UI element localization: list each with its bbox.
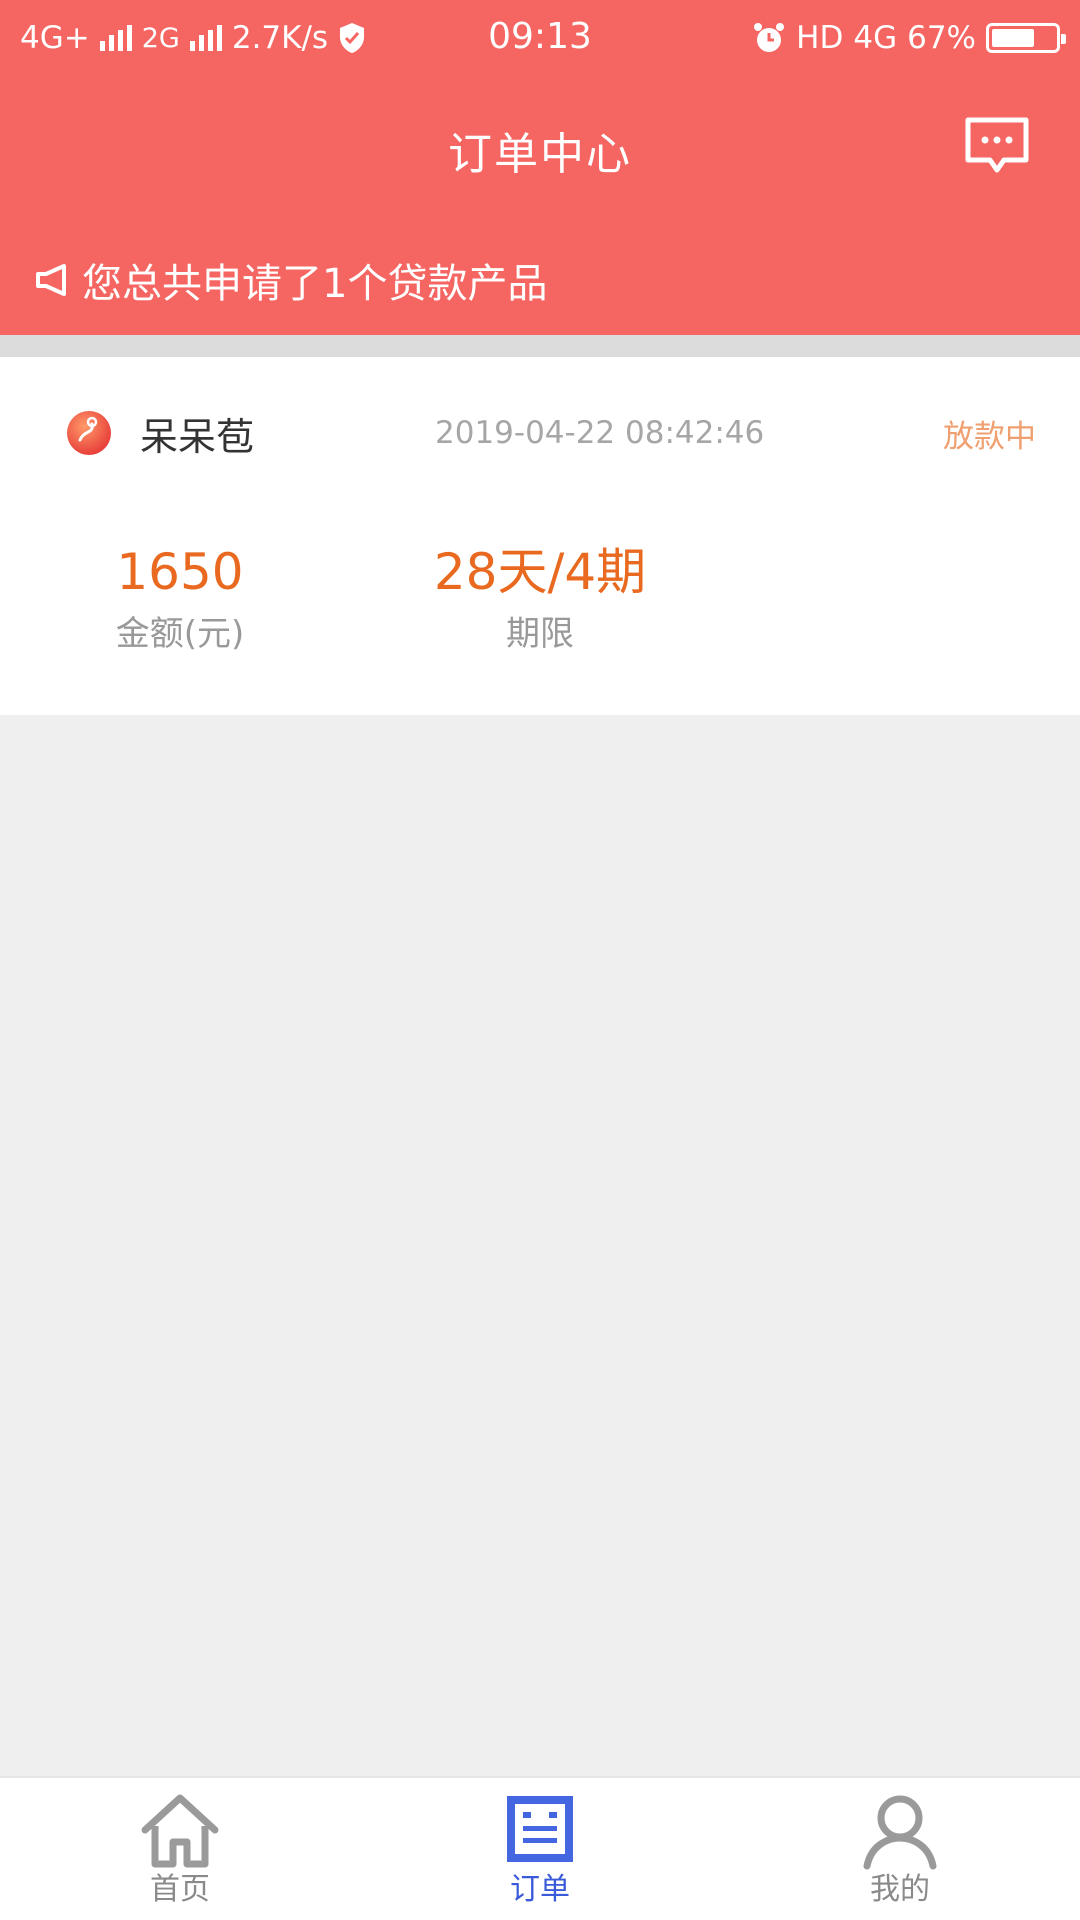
network-label-3: 4G	[853, 20, 898, 56]
tab-home-label: 首页	[150, 1872, 210, 1907]
battery-icon	[986, 23, 1066, 53]
tab-home[interactable]: 首页	[0, 1778, 360, 1920]
network-label-2: 2G	[141, 22, 180, 54]
amount-stat: 1650 金额(元)	[80, 542, 280, 655]
divider	[0, 335, 1080, 357]
profile-icon	[863, 1795, 937, 1870]
notice-bar: 您总共申请了1个贷款产品	[34, 250, 547, 310]
battery-fill	[992, 29, 1034, 47]
title-bar: 订单中心	[0, 100, 1080, 200]
page-title: 订单中心	[448, 129, 632, 180]
megaphone-icon	[36, 264, 66, 296]
amount-label: 金额(元)	[115, 614, 245, 654]
message-icon[interactable]	[964, 116, 1030, 176]
term-value: 28天/4期	[433, 543, 647, 601]
amount-value: 1650	[116, 543, 244, 601]
tab-profile-label: 我的	[870, 1872, 930, 1907]
tab-order-label: 订单	[510, 1872, 570, 1907]
alarm-icon	[754, 23, 785, 52]
term-stat: 28天/4期 期限	[400, 542, 680, 655]
signal-icon	[99, 25, 132, 51]
product-name: 呆呆苞	[140, 414, 255, 459]
shield-icon	[340, 23, 365, 53]
tab-order[interactable]: 订单	[360, 1778, 720, 1920]
order-status: 放款中	[943, 418, 1036, 455]
signal-icon-2	[189, 25, 222, 51]
term-label: 期限	[506, 614, 574, 654]
order-time: 2019-04-22 08:42:46	[435, 415, 765, 451]
order-icon	[507, 1796, 573, 1862]
notice-text: 您总共申请了1个贷款产品	[82, 261, 548, 307]
status-left: 4G+ 2G 2.7K/s	[20, 20, 450, 56]
home-icon	[141, 1794, 219, 1868]
order-card-header: 呆呆苞 2019-04-22 08:42:46 放款中	[0, 395, 1080, 471]
header: 4G+ 2G 2.7K/s 09:13 HD 4G 67% 订单中心 您总共申请…	[0, 0, 1080, 335]
tab-profile[interactable]: 我的	[720, 1778, 1080, 1920]
net-speed: 2.7K/s	[231, 20, 329, 56]
hd-label: HD	[796, 20, 844, 56]
status-right: HD 4G 67%	[752, 20, 1066, 56]
status-bar: 4G+ 2G 2.7K/s 09:13 HD 4G 67%	[0, 0, 1080, 76]
tab-bar: 首页 订单 我的	[0, 1776, 1080, 1920]
order-card[interactable]: 呆呆苞 2019-04-22 08:42:46 放款中 1650 金额(元) 2…	[0, 357, 1080, 715]
product-logo-icon	[67, 411, 111, 455]
network-label-1: 4G+	[20, 20, 90, 56]
battery-percent: 67%	[907, 20, 976, 56]
